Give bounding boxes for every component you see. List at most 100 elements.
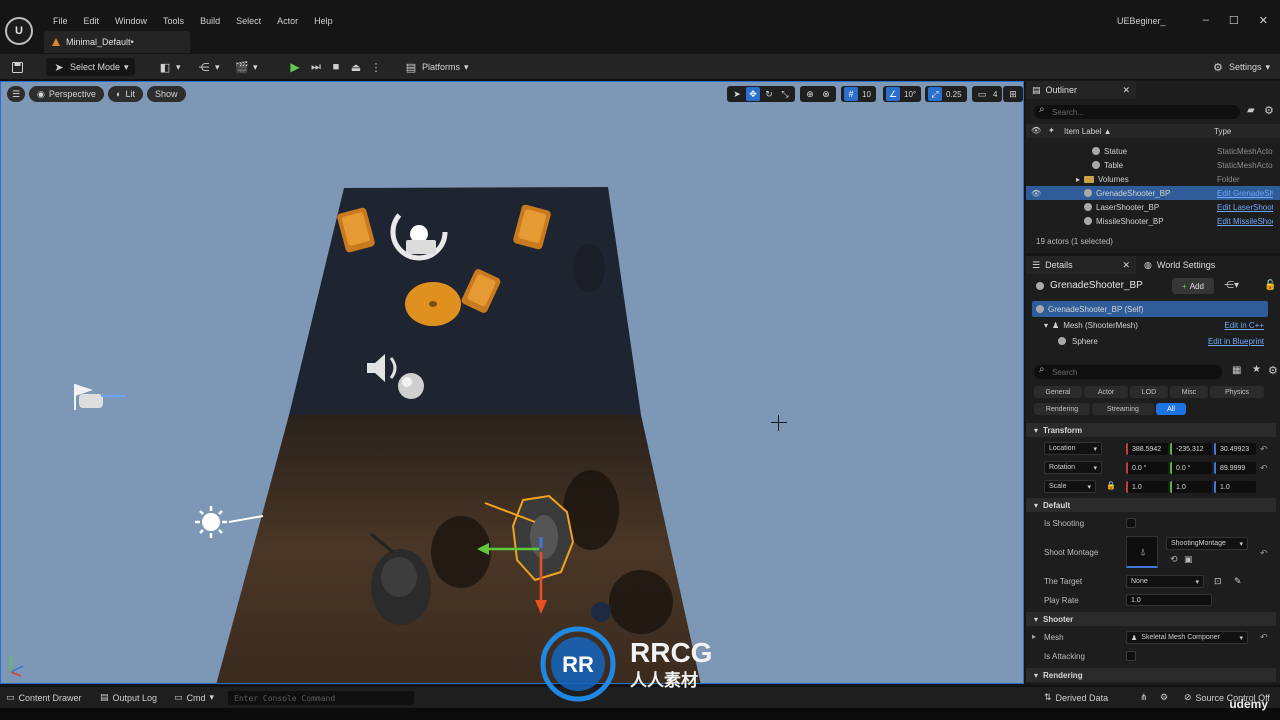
- location-x-field[interactable]: 388.5942: [1126, 443, 1168, 455]
- scale-mode-dropdown[interactable]: Scale ▾: [1044, 480, 1096, 493]
- blueprint-options-icon[interactable]: ⋲▾: [1224, 280, 1239, 291]
- menu-tools[interactable]: Tools: [155, 15, 192, 27]
- is-shooting-checkbox[interactable]: [1126, 518, 1136, 528]
- cinematics-button[interactable]: 🎬 ▾: [235, 58, 257, 76]
- content-drawer-button[interactable]: ▭ Content Drawer: [6, 692, 82, 703]
- step-button[interactable]: ⏭: [309, 58, 323, 76]
- console-input[interactable]: Enter Console Command: [228, 691, 414, 705]
- location-mode-dropdown[interactable]: Location ▾: [1044, 442, 1102, 455]
- menu-file[interactable]: File: [45, 15, 76, 27]
- cmd-dropdown[interactable]: ▭ Cmd ▾: [174, 692, 214, 703]
- details-tab[interactable]: ☰ Details ✕: [1026, 256, 1136, 274]
- play-options-button[interactable]: ⋮: [369, 58, 383, 76]
- outliner-row[interactable]: ▸ Volumes Folder: [1026, 172, 1280, 186]
- filter-all[interactable]: All: [1156, 403, 1186, 415]
- location-y-field[interactable]: -235.312: [1170, 443, 1212, 455]
- outliner-row[interactable]: MissileShooter_BP Edit MissileShooter: [1026, 214, 1280, 228]
- component-row-self[interactable]: GrenadeShooter_BP (Self): [1032, 301, 1268, 317]
- settings-button[interactable]: ⚙ Settings ▾: [1211, 58, 1270, 76]
- settings-icon[interactable]: ⚙: [1160, 692, 1168, 703]
- stop-button[interactable]: ■: [329, 58, 343, 76]
- outliner-row-selected[interactable]: 👁 GrenadeShooter_BP Edit GrenadeShooter: [1026, 186, 1280, 200]
- filter-general[interactable]: General: [1034, 386, 1082, 398]
- close-icon[interactable]: ✕: [1122, 85, 1130, 96]
- menu-window[interactable]: Window: [107, 15, 155, 27]
- derived-data-button[interactable]: ⇅ Derived Data: [1044, 692, 1108, 703]
- reset-arrow-icon[interactable]: ↶: [1260, 632, 1268, 643]
- menu-select[interactable]: Select: [228, 15, 269, 27]
- item-label-column[interactable]: Item Label ▲: [1064, 127, 1112, 136]
- save-button[interactable]: [10, 58, 24, 76]
- menu-help[interactable]: Help: [306, 15, 341, 27]
- viewport-layout-button[interactable]: ⊞: [1003, 86, 1023, 102]
- filter-streaming[interactable]: Streaming: [1092, 403, 1154, 415]
- edit-in-blueprint-link[interactable]: Edit in Blueprint: [1208, 337, 1264, 346]
- lock-icon[interactable]: 🔓: [1264, 280, 1276, 291]
- reset-arrow-icon[interactable]: ↶: [1260, 548, 1268, 559]
- use-selected-icon[interactable]: ⟲: [1170, 554, 1178, 565]
- surface-snap-icon[interactable]: ⊗: [819, 87, 833, 101]
- minimize-icon[interactable]: –: [1203, 14, 1209, 27]
- mesh-component-dropdown[interactable]: ♟ Skeletal Mesh Componer ▾: [1126, 631, 1248, 644]
- scale-x-field[interactable]: 1.0: [1126, 481, 1168, 493]
- level-viewport[interactable]: ☰ ◉ Perspective ◐ Lit Show ➤ ✥ ↻ ⤡ ⊕ ⊗ #…: [0, 81, 1024, 684]
- edit-blueprint-link[interactable]: Edit GrenadeShooter: [1217, 189, 1273, 198]
- gear-icon[interactable]: ⚙: [1264, 104, 1274, 117]
- translate-tool-icon[interactable]: ✥: [746, 87, 760, 101]
- details-search-input[interactable]: Search: [1034, 364, 1222, 379]
- select-mode-dropdown[interactable]: ➤ Select Mode ▾: [46, 58, 135, 76]
- filter-actor[interactable]: Actor: [1084, 386, 1128, 398]
- unreal-logo-icon[interactable]: U: [5, 17, 33, 45]
- pick-actor-icon[interactable]: ⊡: [1214, 576, 1222, 587]
- component-row-sphere[interactable]: Sphere Edit in Blueprint: [1032, 333, 1268, 349]
- camera-speed-control[interactable]: ▭ 4: [972, 86, 1003, 102]
- menu-edit[interactable]: Edit: [76, 15, 108, 27]
- section-shooter[interactable]: ▾ Shooter: [1026, 612, 1276, 626]
- scale-snap-control[interactable]: ⤢ 0.25: [925, 86, 967, 102]
- close-icon[interactable]: ✕: [1259, 14, 1268, 27]
- add-content-button[interactable]: ◧ ▾: [158, 58, 181, 76]
- scale-y-field[interactable]: 1.0: [1170, 481, 1212, 493]
- rotation-snap-control[interactable]: ∠ 10°: [883, 86, 922, 102]
- rotation-x-field[interactable]: 0.0 °: [1126, 462, 1168, 474]
- world-settings-tab[interactable]: ◍ World Settings: [1138, 256, 1258, 274]
- maximize-icon[interactable]: ☐: [1229, 14, 1239, 27]
- outliner-row[interactable]: Table StaticMeshActor: [1026, 158, 1280, 172]
- star-icon[interactable]: ★: [1252, 364, 1261, 375]
- type-column[interactable]: Type: [1214, 127, 1231, 136]
- rotate-tool-icon[interactable]: ↻: [762, 87, 776, 101]
- filter-misc[interactable]: Misc: [1170, 386, 1208, 398]
- grid-snap-control[interactable]: # 10: [841, 86, 876, 102]
- filter-lod[interactable]: LOD: [1130, 386, 1168, 398]
- visibility-eye-icon[interactable]: 👁: [1031, 189, 1041, 198]
- component-row-mesh[interactable]: ▾ ♟ Mesh (ShooterMesh) Edit in C++: [1032, 317, 1268, 333]
- edit-blueprint-link[interactable]: Edit LaserShooter: [1217, 203, 1273, 212]
- rotation-y-field[interactable]: 0.0 °: [1170, 462, 1212, 474]
- section-default[interactable]: ▾ Default: [1026, 498, 1276, 512]
- show-dropdown[interactable]: Show: [147, 86, 186, 102]
- revision-control-icon[interactable]: ⋔: [1140, 692, 1148, 703]
- eject-button[interactable]: ⏏: [349, 58, 363, 76]
- scale-z-field[interactable]: 1.0: [1214, 481, 1256, 493]
- menu-actor[interactable]: Actor: [269, 15, 306, 27]
- close-icon[interactable]: ✕: [1122, 260, 1130, 271]
- is-attacking-checkbox[interactable]: [1126, 651, 1136, 661]
- world-space-icon[interactable]: ⊕: [803, 87, 817, 101]
- section-rendering[interactable]: ▾ Rendering: [1026, 668, 1276, 682]
- level-tab[interactable]: Minimal_Default•: [44, 31, 190, 53]
- output-log-button[interactable]: ▤ Output Log: [100, 692, 157, 703]
- menu-build[interactable]: Build: [192, 15, 228, 27]
- select-tool-icon[interactable]: ➤: [730, 87, 744, 101]
- perspective-dropdown[interactable]: ◉ Perspective: [29, 86, 104, 102]
- view-mode-dropdown[interactable]: ◐ Lit: [108, 86, 143, 102]
- viewport-options-button[interactable]: ☰: [7, 86, 25, 102]
- the-target-dropdown[interactable]: None ▾: [1126, 575, 1204, 588]
- platforms-dropdown[interactable]: ▤ Platforms ▾: [404, 58, 469, 76]
- add-folder-icon[interactable]: ▰: [1247, 105, 1255, 116]
- filter-physics[interactable]: Physics: [1210, 386, 1264, 398]
- reset-arrow-icon[interactable]: ↶: [1260, 463, 1268, 474]
- add-component-button[interactable]: + Add: [1172, 278, 1214, 294]
- play-button[interactable]: ▶: [288, 58, 302, 76]
- browse-icon[interactable]: ▣: [1184, 554, 1193, 565]
- section-transform[interactable]: ▾ Transform: [1026, 423, 1276, 437]
